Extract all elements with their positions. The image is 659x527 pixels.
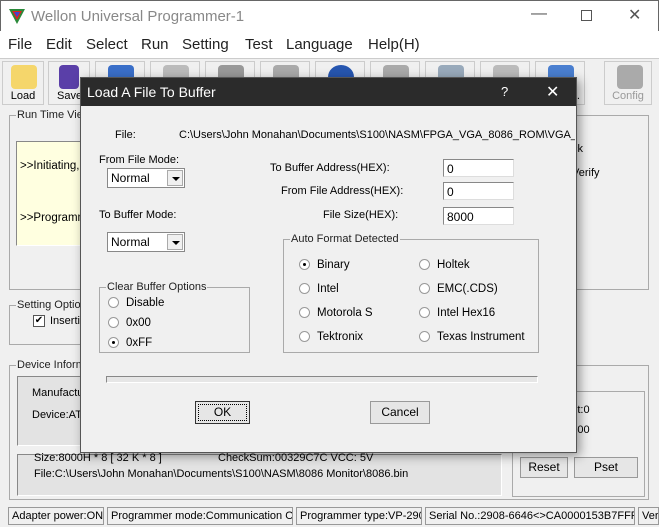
file-path: C:\Users\John Monahan\Documents\S100\NAS…	[179, 129, 575, 141]
file-size-input[interactable]: 8000	[443, 207, 514, 225]
radio-intel[interactable]: Intel	[299, 283, 339, 295]
maximize-button[interactable]	[581, 10, 592, 21]
window-titlebar: Wellon Universal Programmer-1 — ✕	[0, 0, 659, 31]
radio-motorola-s[interactable]: Motorola S	[299, 307, 373, 319]
config-button[interactable]: Config	[604, 61, 652, 105]
window-title: Wellon Universal Programmer-1	[31, 8, 245, 25]
status-mode: Programmer mode:Communication OK!	[107, 507, 293, 525]
file-size-label: File Size(HEX):	[323, 209, 399, 221]
dialog-help-button[interactable]: ?	[501, 84, 508, 99]
from-file-address-input[interactable]: 0	[443, 182, 514, 200]
radio-0x00[interactable]: 0x00	[108, 317, 151, 329]
pset-button[interactable]: Pset	[574, 457, 638, 478]
radio-emc-cds[interactable]: EMC(.CDS)	[419, 283, 498, 295]
dialog-title: Load A File To Buffer	[87, 84, 216, 100]
radio-holtek[interactable]: Holtek	[419, 259, 470, 271]
menu-language[interactable]: Language	[286, 36, 353, 53]
menu-setting[interactable]: Setting	[182, 36, 229, 53]
radio-0xff[interactable]: 0xFF	[108, 337, 152, 349]
to-buffer-mode-select[interactable]: Normal	[107, 232, 185, 252]
insertion-checkbox[interactable]: ✔	[33, 315, 45, 327]
radio-intel-hex16[interactable]: Intel Hex16	[419, 307, 495, 319]
file-path-text: File:C:\Users\John Monahan\Documents\S10…	[34, 468, 409, 480]
status-type: Programmer type:VP-290+	[296, 507, 422, 525]
radio-tektronix[interactable]: Tektronix	[299, 331, 363, 343]
to-buffer-address-input[interactable]: 0	[443, 159, 514, 177]
floppy-icon	[59, 65, 79, 89]
cancel-button[interactable]: Cancel	[370, 401, 430, 424]
progress-bar	[106, 376, 538, 383]
minimize-button[interactable]: —	[531, 5, 547, 23]
menu-file[interactable]: File	[8, 36, 32, 53]
chevron-down-icon	[167, 234, 183, 250]
device-info-title: Device Inform	[16, 359, 86, 371]
checksum-text: CheckSum:00329C7C VCC: 5V	[218, 452, 374, 464]
radio-texas-instrument[interactable]: Texas Instrument	[419, 331, 525, 343]
setting-options-group: Setting Optior ✔ Insertio	[9, 299, 89, 345]
from-file-address-label: From File Address(HEX):	[281, 185, 404, 197]
file-label: File:	[115, 129, 136, 141]
manufacturer-text: Manufactu	[32, 387, 84, 399]
menu-help[interactable]: Help(H)	[368, 36, 420, 53]
app-logo-icon	[9, 9, 25, 24]
auto-format-group: Auto Format Detected Binary Intel Motoro…	[283, 233, 539, 353]
status-version: Ver	[638, 507, 659, 525]
menu-bar: File Edit Select Run Setting Test Langua…	[0, 31, 659, 58]
dialog-close-button[interactable]: ✕	[546, 82, 559, 102]
status-serial: Serial No.:2908-6646<>CA0000153B7FFF	[425, 507, 635, 525]
ok-button[interactable]: OK	[195, 401, 250, 424]
menu-select[interactable]: Select	[86, 36, 128, 53]
reset-button[interactable]: Reset	[520, 457, 568, 478]
to-buffer-address-label: To Buffer Address(HEX):	[270, 162, 390, 174]
select-value: Normal	[111, 171, 150, 185]
from-file-mode-label: From File Mode:	[99, 154, 180, 166]
load-file-dialog: Load A File To Buffer ? ✕ File: C:\Users…	[80, 77, 577, 453]
menu-run[interactable]: Run	[141, 36, 169, 53]
setting-options-title: Setting Optior	[16, 299, 86, 311]
from-file-mode-select[interactable]: Normal	[107, 168, 185, 188]
menu-edit[interactable]: Edit	[46, 36, 72, 53]
folder-open-icon	[11, 65, 37, 89]
menu-test[interactable]: Test	[245, 36, 273, 53]
status-bar: Adapter power:ON Programmer mode:Communi…	[0, 505, 659, 527]
auto-format-title: Auto Format Detected	[290, 233, 400, 245]
status-adapter: Adapter power:ON	[8, 507, 104, 525]
load-button[interactable]: Load	[2, 61, 44, 105]
device-text: Device:AT	[32, 409, 82, 421]
buffer-info-box: Size:8000H * 8 [ 32 K * 8 ] CheckSum:003…	[17, 452, 502, 496]
config-icon	[617, 65, 643, 89]
radio-binary[interactable]: Binary	[299, 259, 350, 271]
chevron-down-icon	[167, 170, 183, 186]
dialog-titlebar: Load A File To Buffer ? ✕	[81, 78, 576, 106]
clear-buffer-group: Clear Buffer Options Disable 0x00 0xFF	[99, 281, 250, 353]
select-value: Normal	[111, 235, 150, 249]
to-buffer-mode-label: To Buffer Mode:	[99, 209, 177, 221]
close-button[interactable]: ✕	[628, 5, 641, 25]
clear-buffer-title: Clear Buffer Options	[106, 281, 208, 293]
size-text: Size:8000H * 8 [ 32 K * 8 ]	[34, 452, 162, 464]
runtime-view-title: Run Time Vie	[16, 109, 84, 121]
radio-disable[interactable]: Disable	[108, 297, 164, 309]
